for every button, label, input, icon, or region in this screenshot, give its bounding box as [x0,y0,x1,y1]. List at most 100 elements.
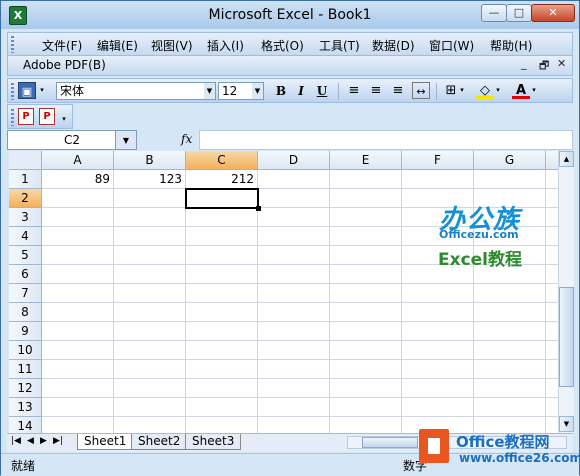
sheet-tab-sheet3[interactable]: Sheet3 [185,434,242,450]
fill-color-icon[interactable]: ◇ [476,82,494,99]
last-sheet-icon[interactable]: ▶| [53,436,63,446]
formula-input[interactable] [199,130,573,150]
column-header-a[interactable]: A [42,151,114,170]
align-center-icon[interactable]: ≡ [367,82,385,99]
fx-zone: fx [137,130,199,150]
prev-sheet-icon[interactable]: ◀ [27,436,34,446]
font-name-select[interactable]: 宋体 ▼ [56,82,216,100]
watermark-site: Officezu.com [439,228,519,241]
menu-tools[interactable]: 工具(T) [319,37,360,54]
horizontal-scroll-thumb[interactable] [362,437,418,448]
row-header-14[interactable]: 14 [9,417,42,433]
next-sheet-icon[interactable]: ▶ [40,436,47,446]
column-header-g[interactable]: G [474,151,546,170]
worksheet-grid[interactable]: A B C D E F G 1 2 3 4 5 6 7 8 9 10 11 12… [9,151,559,433]
menu-data[interactable]: 数据(D) [372,37,415,54]
formula-bar: C2 ▼ fx [7,130,573,150]
gridline [42,283,559,284]
save-icon[interactable]: ▣ [18,82,36,99]
row-header-10[interactable]: 10 [9,341,42,360]
toolbar-options-chevron-icon[interactable]: ▾ [38,82,46,99]
insert-function-icon[interactable]: fx [181,132,192,146]
fill-handle[interactable] [256,206,261,211]
chevron-down-icon[interactable]: ▼ [252,83,263,99]
toolbar-grip[interactable] [11,83,14,100]
menu-insert[interactable]: 插入(I) [207,37,244,54]
toolbar-grip[interactable] [11,36,14,53]
row-header-7[interactable]: 7 [9,284,42,303]
row-header-12[interactable]: 12 [9,379,42,398]
convert-to-pdf-icon[interactable]: P [18,108,34,125]
scroll-up-icon[interactable]: ▲ [559,151,574,167]
watermark-subtitle: Excel教程 [438,250,523,270]
chevron-down-icon[interactable]: ▼ [204,83,215,99]
row-header-11[interactable]: 11 [9,360,42,379]
office-logo-icon [419,429,449,463]
column-header-d[interactable]: D [258,151,330,170]
adobe-pdf-toolbar: P P ▾ [7,104,73,129]
menu-window[interactable]: 窗口(W) [429,37,474,54]
cell-b1[interactable]: 123 [114,170,185,189]
gridline [42,340,559,341]
gridline [42,378,559,379]
align-right-icon[interactable]: ≡ [389,82,407,99]
close-button[interactable]: ✕ [531,4,575,22]
merge-center-icon[interactable]: ↔ [412,82,430,99]
row-header-5[interactable]: 5 [9,246,42,265]
minimize-button[interactable]: — [481,4,507,22]
menu-file[interactable]: 文件(F) [42,37,82,54]
bold-button[interactable]: B [271,83,291,100]
align-left-icon[interactable]: ≡ [345,82,363,99]
vertical-scrollbar[interactable]: ▲ ▼ [558,151,574,433]
vertical-scroll-thumb[interactable] [559,287,574,387]
scroll-down-icon[interactable]: ▼ [559,416,574,432]
cell-c1[interactable]: 212 [186,170,257,189]
chevron-down-icon[interactable]: ▾ [458,82,466,99]
row-header-13[interactable]: 13 [9,398,42,417]
active-cell-c2[interactable] [185,188,259,209]
first-sheet-icon[interactable]: |◀ [11,436,21,446]
menu-edit[interactable]: 编辑(E) [97,37,138,54]
column-header-b[interactable]: B [114,151,186,170]
chevron-down-icon[interactable]: ▾ [494,82,502,99]
font-size-select[interactable]: 12 ▼ [218,82,264,100]
underline-button[interactable]: U [312,83,332,100]
row-header-8[interactable]: 8 [9,303,42,322]
formatting-toolbar: ▣ ▾ 宋体 ▼ 12 ▼ B I U ≡ ≡ ≡ ↔ ⊞ ▾ ◇ ▾ A ▾ [7,78,573,103]
toolbar-separator [436,83,437,100]
gridline [42,302,559,303]
row-header-2[interactable]: 2 [9,189,42,208]
gridline [42,321,559,322]
toolbar-grip[interactable] [11,109,14,126]
column-header-c[interactable]: C [186,151,258,170]
row-header-3[interactable]: 3 [9,208,42,227]
sheet-tab-sheet2[interactable]: Sheet2 [131,434,188,450]
doc-close-button[interactable]: ✕ [557,57,566,70]
font-color-icon[interactable]: A [512,82,530,99]
row-header-1[interactable]: 1 [9,170,42,189]
title-bar: X Microsoft Excel - Book1 — □ ✕ [1,1,579,29]
menu-adobe-pdf[interactable]: Adobe PDF(B) [23,58,106,72]
menu-help[interactable]: 帮助(H) [490,37,532,54]
menu-format[interactable]: 格式(O) [261,37,304,54]
convert-and-email-pdf-icon[interactable]: P [39,108,55,125]
select-all-corner[interactable] [9,151,42,170]
maximize-button[interactable]: □ [506,4,532,22]
italic-button[interactable]: I [291,83,311,100]
row-header-9[interactable]: 9 [9,322,42,341]
row-header-4[interactable]: 4 [9,227,42,246]
chevron-down-icon[interactable]: ▾ [530,82,538,99]
gridline [42,397,559,398]
font-name-value: 宋体 [60,84,85,98]
column-header-f[interactable]: F [402,151,474,170]
cell-a1[interactable]: 89 [42,170,113,189]
row-header-6[interactable]: 6 [9,265,42,284]
chevron-down-icon[interactable]: ▾ [60,111,68,128]
sheet-tab-sheet1[interactable]: Sheet1 [77,434,134,450]
doc-restore-button[interactable]: 🗗 [539,57,549,76]
menu-bar: 文件(F) 编辑(E) 视图(V) 插入(I) 格式(O) 工具(T) 数据(D… [7,32,573,56]
column-header-e[interactable]: E [330,151,402,170]
doc-minimize-button[interactable]: _ [521,57,527,70]
chevron-down-icon[interactable]: ▼ [115,130,137,150]
menu-view[interactable]: 视图(V) [151,37,193,54]
